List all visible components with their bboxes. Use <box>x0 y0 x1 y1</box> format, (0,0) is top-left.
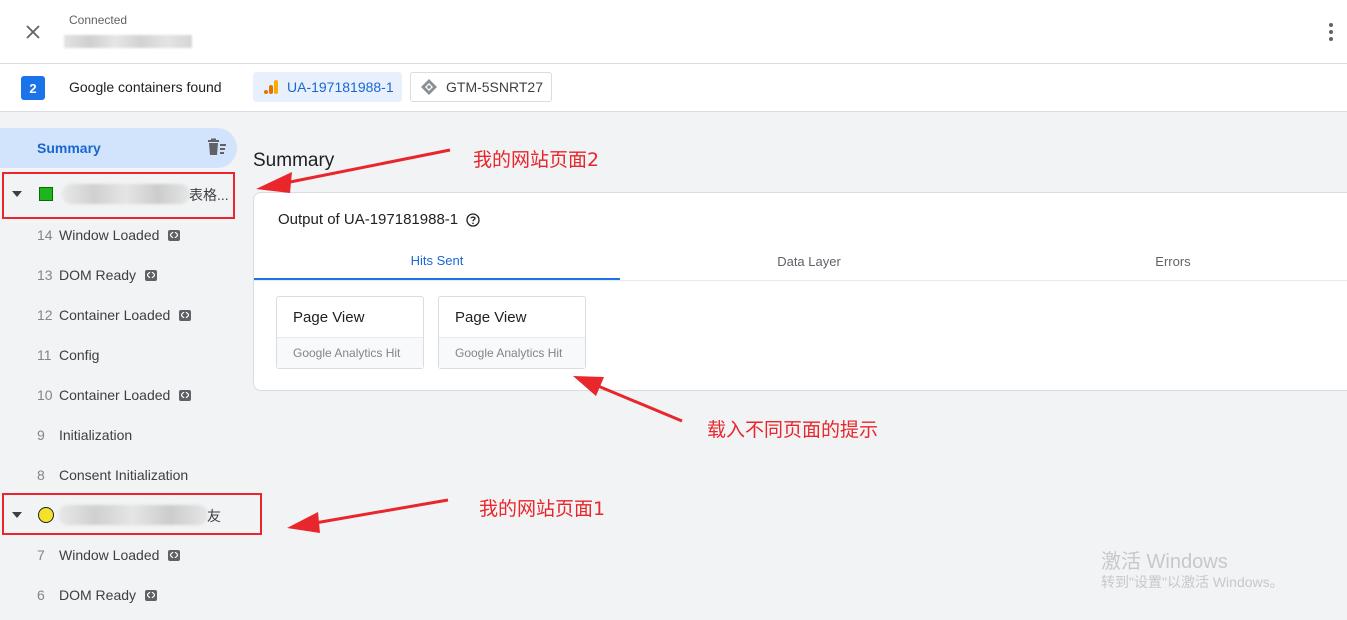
code-icon <box>145 589 158 601</box>
annotation-label-hint: 载入不同页面的提示 <box>707 419 879 441</box>
event-item[interactable]: 12 Container Loaded <box>0 295 237 335</box>
sidebar-summary-label: Summary <box>37 140 101 156</box>
event-name: Consent Initialization <box>59 467 189 483</box>
tab-data-layer[interactable]: Data Layer <box>626 243 992 279</box>
event-name: Config <box>59 347 100 363</box>
event-number: 14 <box>37 227 53 243</box>
event-number: 12 <box>37 307 53 323</box>
container-bar: 2 Google containers found UA-197181988-1 <box>0 64 1347 112</box>
annotation-box-page1 <box>2 493 262 535</box>
event-item[interactable]: 9 Initialization <box>0 415 237 455</box>
code-icon <box>168 229 181 241</box>
event-number: 13 <box>37 267 53 283</box>
hit-subtitle: Google Analytics Hit <box>439 337 585 368</box>
event-name: Container Loaded <box>59 387 171 403</box>
sidebar-item-summary[interactable]: Summary <box>0 128 237 168</box>
page-title: Summary <box>253 150 335 171</box>
hit-title: Page View <box>455 309 527 326</box>
hit-title: Page View <box>293 309 365 326</box>
tab-hits-sent[interactable]: Hits Sent <box>254 243 620 280</box>
event-name: Container Loaded <box>59 307 171 323</box>
event-name: Window Loaded <box>59 547 160 563</box>
close-button[interactable] <box>22 21 44 43</box>
annotation-label-page1: 我的网站页面1 <box>479 498 606 520</box>
connected-url-redacted <box>64 35 192 48</box>
annotation-label-page2: 我的网站页面2 <box>473 149 600 171</box>
more-options-button[interactable] <box>1323 20 1339 44</box>
code-icon <box>145 269 158 281</box>
tab-errors[interactable]: Errors <box>990 243 1347 279</box>
container-chip-ua[interactable]: UA-197181988-1 <box>253 72 402 102</box>
event-number: 11 <box>37 347 52 363</box>
event-number: 6 <box>37 587 45 603</box>
output-title: Output of UA-197181988-1 <box>278 211 480 228</box>
event-name: Initialization <box>59 427 133 443</box>
annotation-box-page2 <box>2 172 235 219</box>
event-name: DOM Ready <box>59 587 137 603</box>
container-chip-ua-label: UA-197181988-1 <box>287 79 394 95</box>
event-item[interactable]: 8 Consent Initialization <box>0 455 237 495</box>
output-card: Output of UA-197181988-1 Hits Sent Data … <box>253 192 1347 391</box>
event-number: 9 <box>37 427 45 443</box>
top-header: Connected <box>0 0 1347 64</box>
more-vert-icon <box>1329 23 1333 27</box>
hit-card[interactable]: Page View Google Analytics Hit <box>276 296 424 369</box>
event-item[interactable]: 13 DOM Ready <box>0 255 237 295</box>
output-tabs: Hits Sent Data Layer Errors <box>254 243 1347 281</box>
code-icon <box>179 309 192 321</box>
event-item[interactable]: 7 Window Loaded <box>0 535 237 575</box>
windows-activation-watermark-title: 激活 Windows <box>1101 551 1228 573</box>
event-item[interactable]: 10 Container Loaded <box>0 375 237 415</box>
help-icon[interactable] <box>466 212 480 227</box>
clear-messages-button[interactable] <box>206 138 228 163</box>
output-title-text: Output of UA-197181988-1 <box>278 211 459 228</box>
connection-status: Connected <box>69 13 128 27</box>
hit-subtitle: Google Analytics Hit <box>277 337 423 368</box>
event-number: 7 <box>37 547 45 563</box>
code-icon <box>179 389 192 401</box>
hit-card[interactable]: Page View Google Analytics Hit <box>438 296 586 369</box>
container-count-badge: 2 <box>21 76 45 100</box>
tag-assistant-app: Connected 2 Google containers found UA-1… <box>0 0 1347 620</box>
event-number: 8 <box>37 467 45 483</box>
delete-sweep-icon <box>208 138 226 155</box>
event-name: Window Loaded <box>59 227 160 243</box>
container-chip-gtm-label: GTM-5SNRT27 <box>446 79 543 95</box>
event-number: 10 <box>37 387 53 403</box>
event-item[interactable]: 6 DOM Ready <box>0 575 237 615</box>
event-item[interactable]: 14 Window Loaded <box>0 215 237 255</box>
code-icon <box>168 549 181 561</box>
analytics-icon <box>263 79 279 95</box>
gtm-diamond-icon <box>420 78 438 96</box>
windows-activation-watermark-subtitle: 转到"设置"以激活 Windows。 <box>1101 574 1284 590</box>
event-item[interactable]: 11 Config <box>0 335 237 375</box>
event-name: DOM Ready <box>59 267 137 283</box>
close-icon <box>26 25 40 39</box>
container-chip-gtm[interactable]: GTM-5SNRT27 <box>410 72 552 102</box>
containers-found-label: Google containers found <box>69 79 222 95</box>
